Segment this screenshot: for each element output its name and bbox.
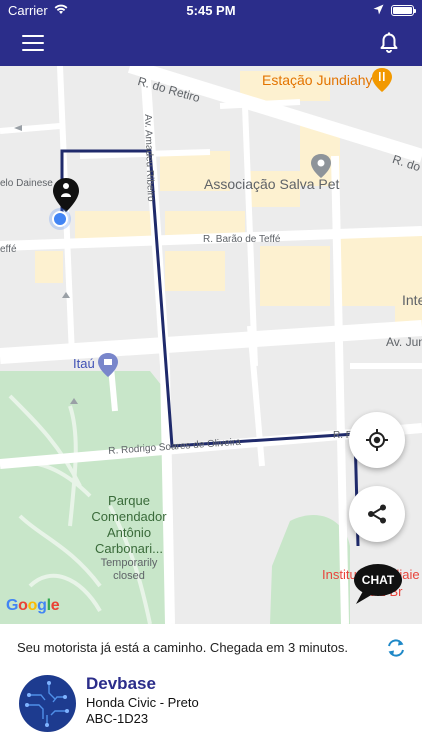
- google-logo: Google: [6, 597, 60, 614]
- bell-icon[interactable]: [378, 32, 400, 54]
- share-icon: [368, 504, 386, 524]
- parque-name-line: Parque: [108, 493, 150, 508]
- parque-status: closed: [113, 570, 145, 582]
- hamburger-menu-icon[interactable]: [22, 35, 44, 53]
- crosshair-icon: [366, 429, 388, 451]
- map-canvas: [0, 66, 422, 624]
- driver-name: Devbase: [86, 674, 156, 693]
- parque-name-line: Carbonari...: [95, 541, 163, 556]
- poi-itau[interactable]: Itaú: [73, 356, 95, 371]
- status-bar: Carrier 5:45 PM: [0, 0, 422, 22]
- poi-inte[interactable]: Inte: [402, 292, 422, 308]
- vehicle-description: Honda Civic - Preto: [86, 695, 199, 710]
- battery-icon: [391, 5, 416, 16]
- map-view[interactable]: R. do Retiro R. do Av. Amadeu Ribeiro R.…: [0, 66, 422, 624]
- parque-status: Temporarily: [100, 557, 158, 569]
- street-elo-dainese: elo Dainese: [0, 178, 53, 189]
- locate-me-button[interactable]: [349, 412, 405, 468]
- poi-associacao-salva-pet[interactable]: Associação Salva Pet: [204, 176, 339, 192]
- chat-button[interactable]: CHAT: [353, 563, 403, 605]
- street-effe-left: effé: [0, 244, 17, 255]
- parque-name-line: Antônio: [106, 525, 152, 540]
- parque-name-line: Comendador: [91, 509, 167, 524]
- street-av-jun: Av. Jun: [386, 335, 422, 349]
- ride-info-panel: Seu motorista já está a caminho. Chegada…: [0, 624, 422, 750]
- street-r-barao-de-teffe: R. Barão de Teffé: [203, 234, 281, 245]
- share-button[interactable]: [349, 486, 405, 542]
- location-arrow-icon: [373, 4, 384, 15]
- license-plate: ABC-1D23: [86, 711, 149, 726]
- clock: 5:45 PM: [186, 3, 236, 18]
- app-screen: Carrier 5:45 PM R. do Retiro R. do Av. A…: [0, 0, 422, 750]
- refresh-icon[interactable]: [385, 637, 407, 659]
- driver-avatar: [19, 675, 76, 732]
- poi-parque[interactable]: Parque Comendador Antônio Carbonari... T…: [86, 493, 172, 583]
- eta-message: Seu motorista já está a caminho. Chegada…: [17, 640, 348, 655]
- chat-label: CHAT: [361, 573, 395, 587]
- top-nav-bar: [0, 22, 422, 66]
- poi-estacao-jundiahy[interactable]: Estação Jundiahy: [262, 72, 373, 88]
